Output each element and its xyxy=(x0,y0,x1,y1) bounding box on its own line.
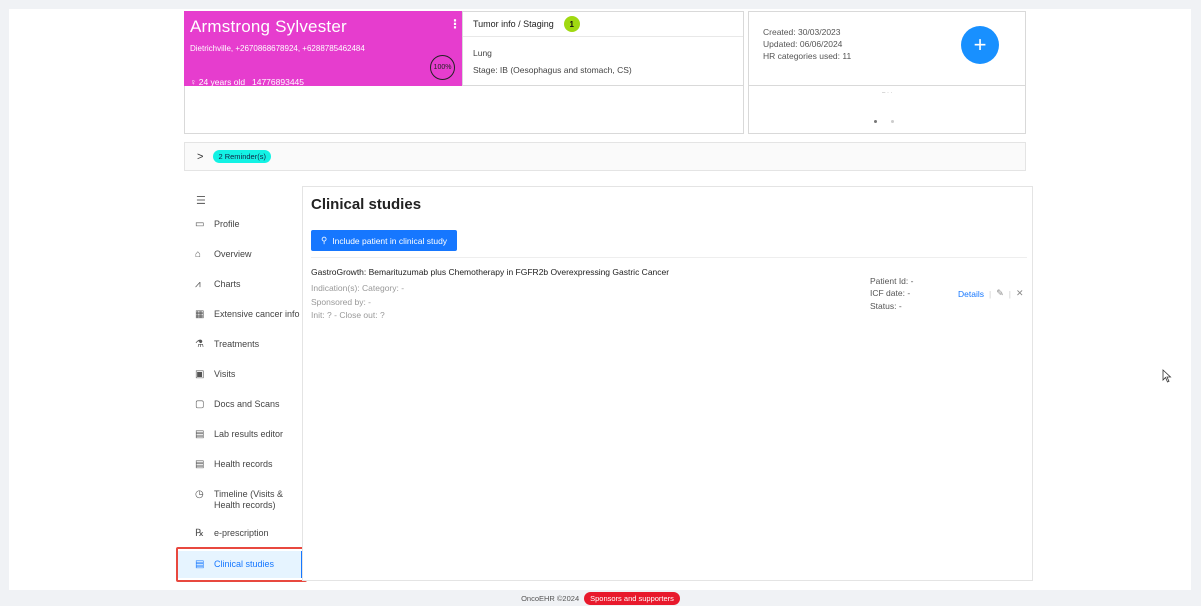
study-patient-id: Patient Id: - xyxy=(870,276,914,286)
sponsors-button[interactable]: Sponsors and supporters xyxy=(584,591,680,605)
study-dates: Init: ? - Close out: ? xyxy=(311,310,385,320)
sidebar-item-treatments[interactable]: ⚗ Treatments xyxy=(176,339,304,350)
add-button[interactable]: + xyxy=(961,26,999,64)
sidebar-item-label: Lab results editor xyxy=(214,429,284,439)
sidebar-item-health-records[interactable]: ▤ Health records xyxy=(176,459,304,470)
footer-copyright: OncoEHR ©2024 xyxy=(521,593,580,603)
sidebar-item-label: Overview xyxy=(214,249,252,259)
calendar-icon: ▣ xyxy=(195,369,205,380)
study-status: Status: - xyxy=(870,301,902,311)
include-button-label: Include patient in clinical study xyxy=(332,235,448,246)
record-info-panel: Created: 30/03/2023 Updated: 06/06/2024 … xyxy=(748,11,1026,86)
mouse-cursor-icon xyxy=(1162,369,1172,383)
clinical-studies-panel: Clinical studies ⚲ Include patient in cl… xyxy=(302,186,1033,581)
sidebar-item-label: Docs and Scans xyxy=(214,399,280,409)
sidebar-item-label: Charts xyxy=(214,279,241,289)
reminders-badge[interactable]: 2 Reminder(s) xyxy=(213,150,271,163)
carousel-faint-text: – · · xyxy=(882,90,893,96)
sidebar-item-visits[interactable]: ▣ Visits xyxy=(176,369,304,380)
carousel-dots xyxy=(874,120,894,123)
study-title: GastroGrowth: Bemarituzumab plus Chemoth… xyxy=(311,267,670,277)
details-link[interactable]: Details xyxy=(958,289,984,299)
study-indication: Indication(s): Category: - xyxy=(311,283,405,293)
delete-icon[interactable]: ✕ xyxy=(1016,288,1024,299)
clock-icon: ◷ xyxy=(195,489,204,500)
top-band xyxy=(0,0,1201,9)
study-actions: Details | ✎ | ✕ xyxy=(958,288,1024,299)
completeness-indicator: 100% xyxy=(430,55,455,80)
separator: | xyxy=(1008,288,1011,299)
table-icon: ▦ xyxy=(195,309,205,320)
tumor-site: Lung xyxy=(473,48,492,58)
more-options-icon[interactable]: ⋮ xyxy=(449,17,461,31)
include-in-study-button[interactable]: ⚲ Include patient in clinical study xyxy=(311,230,458,251)
chart-icon: ⩘ xyxy=(195,279,201,290)
edit-icon[interactable]: ✎ xyxy=(996,288,1004,299)
sidebar-item-e-prescription[interactable]: ℞ e-prescription xyxy=(176,528,304,539)
tumor-info-title: Tumor info / Staging xyxy=(473,19,554,29)
flask-icon: ⚗ xyxy=(195,339,204,350)
document-icon: ▤ xyxy=(195,459,205,470)
document-icon: ▤ xyxy=(195,559,205,570)
patient-card: Armstrong Sylvester Dietrichville, +2670… xyxy=(184,11,462,87)
tumor-info-extension xyxy=(184,86,744,134)
study-sponsor: Sponsored by: - xyxy=(311,297,372,307)
tumor-info-panel: Tumor info / Staging 1 Lung Stage: IB (O… xyxy=(462,11,744,86)
patient-name: Armstrong Sylvester xyxy=(190,17,347,36)
study-icf-date: ICF date: - xyxy=(870,288,911,298)
grid-icon: ▤ xyxy=(195,429,205,440)
sidebar-item-label: e-prescription xyxy=(214,528,269,538)
divider xyxy=(311,257,1027,258)
menu-collapse-icon[interactable]: ☰ xyxy=(196,194,206,207)
record-info-carousel: – · · xyxy=(748,86,1026,134)
created-date: Created: 30/03/2023 xyxy=(763,27,841,37)
sidebar-item-overview[interactable]: ⌂ Overview xyxy=(176,249,304,260)
updated-date: Updated: 06/06/2024 xyxy=(763,39,843,49)
separator: | xyxy=(988,288,992,299)
sidebar-item-label: Clinical studies xyxy=(214,559,275,569)
tumor-count-badge: 1 xyxy=(563,16,580,32)
prescription-icon: ℞ xyxy=(195,528,204,539)
user-icon: ⌂ xyxy=(195,249,202,260)
carousel-dot-active[interactable] xyxy=(874,120,877,123)
reminders-bar: > 2 Reminder(s) xyxy=(184,142,1026,171)
patient-contacts: Dietrichville, +2670868678924, +62887854… xyxy=(190,44,365,53)
sidebar-item-label: Treatments xyxy=(214,339,260,349)
tumor-stage: Stage: IB (Oesophagus and stomach, CS) xyxy=(473,65,632,75)
sidebar-item-docs-and-scans[interactable]: ▢ Docs and Scans xyxy=(176,399,304,410)
sidebar-item-label: Visits xyxy=(214,369,236,379)
sidebar-item-clinical-studies[interactable]: ▤ Clinical studies xyxy=(176,551,304,578)
sidebar-item-profile[interactable]: ▭ Profile xyxy=(176,219,304,230)
sidebar-item-label: Health records xyxy=(214,459,273,469)
tumor-info-header[interactable]: Tumor info / Staging 1 xyxy=(463,12,743,37)
sidebar-item-timeline[interactable]: ◷ Timeline (Visits & Health records) xyxy=(176,489,296,511)
sidebar-item-label: Timeline (Visits & Health records) xyxy=(214,489,284,510)
sidebar: ☰ ▭ Profile ⌂ Overview ⩘ Charts ▦ Extens… xyxy=(176,186,304,581)
file-icon: ▢ xyxy=(195,399,205,410)
carousel-dot-inactive[interactable] xyxy=(891,120,894,123)
search-icon: ⚲ xyxy=(321,235,328,245)
sidebar-item-label: Profile xyxy=(214,219,240,229)
sidebar-item-label: Extensive cancer info xyxy=(214,309,300,319)
page-title: Clinical studies xyxy=(311,196,422,213)
sidebar-item-lab-results-editor[interactable]: ▤ Lab results editor xyxy=(176,429,304,440)
id-card-icon: ▭ xyxy=(195,219,205,230)
sidebar-item-extensive-cancer-info[interactable]: ▦ Extensive cancer info xyxy=(176,309,304,320)
hr-categories-count: HR categories used: 11 xyxy=(763,51,852,61)
chevron-right-icon[interactable]: > xyxy=(197,151,203,163)
sidebar-item-charts[interactable]: ⩘ Charts xyxy=(176,279,304,290)
footer: OncoEHR ©2024 Sponsors and supporters xyxy=(0,590,1201,606)
